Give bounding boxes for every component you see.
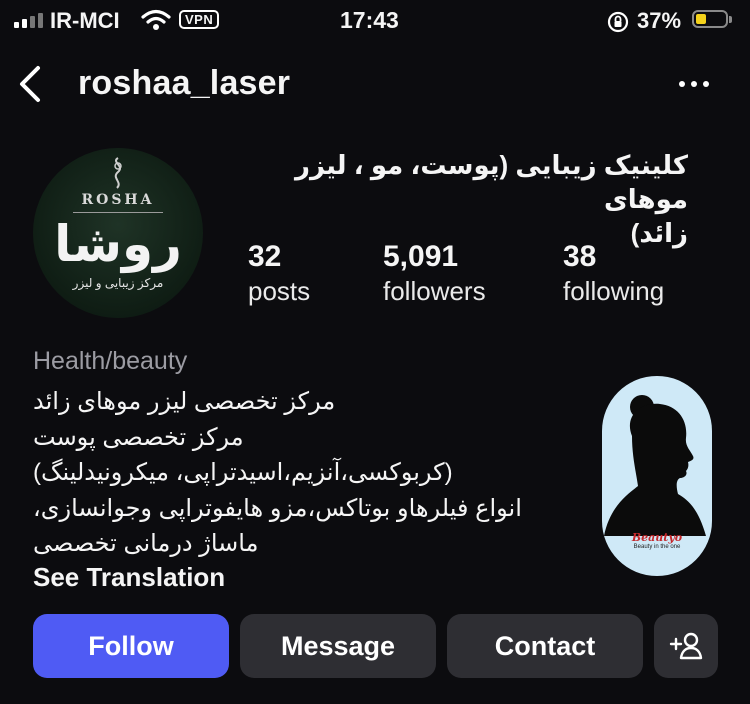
- vpn-badge: VPN: [179, 10, 220, 29]
- stat-posts[interactable]: 32 posts: [248, 240, 310, 308]
- followers-count: 5,091: [383, 240, 459, 273]
- rotation-lock-icon: [606, 10, 630, 39]
- avatar-sub-text: مرکز زیبایی و لیزر: [72, 276, 164, 290]
- stat-followers[interactable]: 5,091 followers: [383, 240, 486, 308]
- profile-bio: مرکز تخصصی لیزر موهای زائد مرکز تخصصی پو…: [33, 384, 553, 562]
- wifi-icon: [141, 9, 171, 36]
- back-button[interactable]: [16, 62, 50, 106]
- suggested-users-button[interactable]: [654, 614, 718, 678]
- profile-actions: Follow Message Contact: [0, 614, 750, 678]
- following-label: following: [563, 276, 665, 306]
- profile-username: roshaa_laser: [78, 64, 291, 102]
- profile-display-name: کلینیک زیبایی (پوست، مو ، لیزر موهای زائ…: [248, 148, 688, 250]
- stat-following[interactable]: 38 following: [563, 240, 664, 308]
- following-count: 38: [563, 240, 597, 273]
- brand-logo-icon: [114, 157, 122, 189]
- avatar-main-text: روشا: [54, 216, 182, 272]
- add-person-icon: [669, 632, 703, 660]
- bio-line: ماساژ درمانی تخصصی: [33, 530, 259, 557]
- posts-count: 32: [248, 240, 282, 273]
- carrier-name: IR-MCI: [50, 8, 120, 33]
- battery-icon: [692, 10, 732, 28]
- profile-name-line: کلینیک زیبایی (پوست، مو ، لیزر موهای: [295, 150, 688, 214]
- story-highlight[interactable]: Beautyo Beauty in the one: [602, 376, 712, 576]
- battery-percent: 37%: [637, 8, 682, 33]
- bio-line: (کربوکسی،آنزیم،اسیدتراپی، میکرونیدلینگ): [33, 459, 453, 486]
- profile-category: Health/beauty: [33, 347, 188, 375]
- more-options-icon[interactable]: [672, 70, 716, 98]
- highlight-title: Beautyo: [631, 531, 683, 544]
- profile-avatar[interactable]: ROSHA روشا مرکز زیبایی و لیزر: [33, 148, 203, 318]
- highlight-subtitle: Beauty in the one: [633, 544, 681, 550]
- avatar-brand-text: ROSHA: [81, 192, 155, 208]
- contact-button[interactable]: Contact: [447, 614, 643, 678]
- profile-header: roshaa_laser: [0, 52, 750, 116]
- status-bar: IR-MCI VPN 17:43 37%: [0, 0, 750, 44]
- posts-label: posts: [248, 276, 311, 306]
- woman-silhouette-icon: [604, 395, 706, 536]
- bio-line: مرکز تخصصی پوست: [33, 423, 244, 451]
- message-button[interactable]: Message: [240, 614, 436, 678]
- followers-label: followers: [383, 276, 486, 306]
- bio-line: مرکز تخصصی لیزر موهای زائد: [33, 388, 336, 415]
- see-translation-link[interactable]: See Translation: [33, 562, 225, 593]
- follow-button[interactable]: Follow: [33, 614, 229, 678]
- clock: 17:43: [340, 7, 399, 33]
- avatar-divider: [73, 212, 163, 213]
- bio-line: انواع فیلرهاو بوتاکس،مزو هایفوتراپی وجوا…: [33, 494, 522, 522]
- back-chevron-icon: [20, 66, 40, 102]
- signal-icon: [14, 12, 43, 28]
